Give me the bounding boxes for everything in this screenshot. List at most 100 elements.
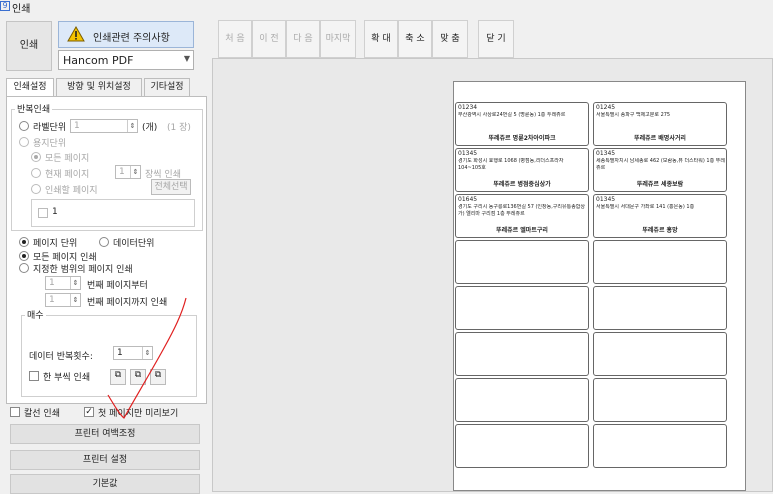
empty-label-cell xyxy=(455,378,589,422)
label-cell: 01345 서울특별시 서대문구 가좌로 141 (홍은동) 1층 뚜레쥬르 홍… xyxy=(593,194,727,238)
warning-icon xyxy=(67,26,85,42)
label-address: 세종특별자치시 남세종로 462 (보람동,뷰 더스타워) 1층 뚜레쥬르 xyxy=(596,158,725,171)
zoom-out-button[interactable]: 축 소 xyxy=(398,20,432,58)
empty-label-cell xyxy=(593,424,727,468)
spinner-arrows-icon[interactable]: ⇕ xyxy=(130,166,140,178)
page-list-checkbox[interactable] xyxy=(38,208,48,218)
data-unit-radio[interactable] xyxy=(99,237,109,247)
current-page-label: 현재 페이지 xyxy=(45,170,90,180)
label-code: 01345 xyxy=(458,150,478,157)
first-page-button[interactable]: 처 음 xyxy=(218,20,252,58)
prev-page-button[interactable]: 이 전 xyxy=(252,20,286,58)
label-unit-hint: (1 장) xyxy=(167,123,191,133)
label-cell: 01345 세종특별자치시 남세종로 462 (보람동,뷰 더스타워) 1층 뚜… xyxy=(593,148,727,192)
current-page-radio[interactable] xyxy=(31,168,41,178)
label-code: 01245 xyxy=(596,104,616,111)
pages-per-print-value: 1 xyxy=(119,167,125,177)
printer-settings-button[interactable]: 프린터 설정 xyxy=(10,450,200,470)
from-page-value: 1 xyxy=(49,278,55,288)
zoom-in-button[interactable]: 확 대 xyxy=(364,20,398,58)
label-store-name: 뚜레쥬르 세종보람 xyxy=(636,181,684,188)
label-cell: 01245 서울특별시 송파구 백제고분로 275 뚜레쥬르 배명사거리 xyxy=(593,102,727,146)
page-unit-label: 용지단위 xyxy=(33,139,67,149)
warning-label: 인쇄관련 주의사항 xyxy=(93,33,170,44)
label-unit-spinner[interactable]: 1 ⇕ xyxy=(70,119,138,133)
print-warning-button[interactable]: 인쇄관련 주의사항 xyxy=(58,21,194,48)
one-copy-label: 한 부씩 인쇄 xyxy=(43,373,91,383)
label-unit-suffix: (개) xyxy=(142,123,158,133)
page-unit-select-radio[interactable] xyxy=(19,237,29,247)
empty-label-cell xyxy=(455,286,589,330)
label-unit-value: 1 xyxy=(74,121,80,131)
print-dialog-icon: 9 xyxy=(0,1,10,11)
select-all-button[interactable]: 전체선택 xyxy=(151,179,191,195)
label-store-name: 뚜레쥬르 엘마트구리 xyxy=(496,227,548,234)
fit-button[interactable]: 맞 춤 xyxy=(432,20,468,58)
cutline-print-checkbox[interactable] xyxy=(10,407,20,417)
to-page-value: 1 xyxy=(49,295,55,305)
range-print-label: 지정한 범위의 페이지 인쇄 xyxy=(33,265,133,275)
empty-label-cell xyxy=(593,286,727,330)
empty-label-cell xyxy=(455,424,589,468)
default-button[interactable]: 기본값 xyxy=(10,474,200,494)
close-button[interactable]: 닫 기 xyxy=(478,20,514,58)
cutline-print-label: 칼선 인쇄 xyxy=(24,409,60,419)
print-page-radio[interactable] xyxy=(31,184,41,194)
one-copy-checkbox[interactable] xyxy=(29,371,39,381)
label-code: 01234 xyxy=(458,104,478,111)
print-page-label: 인쇄할 페이지 xyxy=(45,186,98,196)
label-code: 01345 xyxy=(596,150,616,157)
pages-per-print-spinner[interactable]: 1 ⇕ xyxy=(115,165,141,179)
all-pages-radio[interactable] xyxy=(31,152,41,162)
label-cell: 01345 경기도 화성시 효행로 1068 (병점동,리더스프라자 104~1… xyxy=(455,148,589,192)
label-store-name: 뚜레쥬르 배명사거리 xyxy=(634,135,686,142)
label-code: 01645 xyxy=(458,196,478,203)
empty-label-cell xyxy=(593,240,727,284)
data-unit-label: 데이터단위 xyxy=(113,239,155,249)
spinner-arrows-icon[interactable]: ⇕ xyxy=(70,294,80,306)
print-button[interactable]: 인쇄 xyxy=(6,21,52,71)
all-pages-label: 모든 페이지 xyxy=(45,154,90,164)
label-unit-radio[interactable] xyxy=(19,121,29,131)
label-code: 01345 xyxy=(596,196,616,203)
chevron-down-icon: ▼ xyxy=(183,54,190,63)
label-address: 경기도 화성시 효행로 1068 (병점동,리더스프라자 104~105호 xyxy=(458,158,564,171)
label-unit-label: 라벨단위 xyxy=(33,123,67,133)
preview-paper: 01234 부산광역시 사상로24번길 5 (명륜동) 1층 두레쥬르 뚜레쥬르… xyxy=(453,81,746,491)
label-address: 경기도 구리시 동구릉로136번길 57 (인창동,구리유통종합상가) 엘리마 … xyxy=(458,204,586,217)
empty-label-cell xyxy=(455,240,589,284)
spinner-arrows-icon[interactable]: ⇕ xyxy=(70,277,80,289)
label-cell: 01645 경기도 구리시 동구릉로136번길 57 (인창동,구리유통종합상가… xyxy=(455,194,589,238)
all-pages-print-radio[interactable] xyxy=(19,251,29,261)
last-page-button[interactable]: 마지막 xyxy=(320,20,356,58)
label-address: 부산광역시 사상로24번길 5 (명륜동) 1층 두레쥬르 xyxy=(458,112,566,118)
first-page-preview-checkbox[interactable]: ✓ xyxy=(84,407,94,417)
spinner-arrows-icon[interactable]: ⇕ xyxy=(127,120,137,132)
data-repeat-label: 데이터 반복횟수: xyxy=(29,352,93,362)
empty-label-cell xyxy=(593,378,727,422)
printer-select[interactable]: Hancom PDF ▼ xyxy=(58,50,194,70)
tab-orientation-position[interactable]: 방향 및 위치설정 xyxy=(56,78,142,96)
label-store-name: 뚜레쥬르 명륜2차아이파크 xyxy=(488,135,556,142)
window-title-bar: 9 인쇄 xyxy=(0,0,773,15)
to-page-spinner[interactable]: 1 ⇕ xyxy=(45,293,81,307)
label-store-name: 뚜레쥬르 홍망 xyxy=(642,227,678,234)
window-title: 인쇄 xyxy=(12,4,31,15)
label-store-name: 뚜레쥬르 병점중심상가 xyxy=(493,181,551,188)
page-list-item: 1 xyxy=(52,207,58,217)
red-annotation-mark xyxy=(107,297,187,419)
page-unit-radio[interactable] xyxy=(19,137,29,147)
label-address: 서울특별시 서대문구 가좌로 141 (홍은동) 1층 xyxy=(596,204,695,210)
from-page-spinner[interactable]: 1 ⇕ xyxy=(45,276,81,290)
tab-print-settings[interactable]: 인쇄설정 xyxy=(6,78,54,97)
range-print-radio[interactable] xyxy=(19,263,29,273)
empty-label-cell xyxy=(455,332,589,376)
repeat-print-title: 반복인쇄 xyxy=(15,102,53,115)
tab-other-settings[interactable]: 기타설정 xyxy=(144,78,190,96)
print-preview-area: 01234 부산광역시 사상로24번길 5 (명륜동) 1층 두레쥬르 뚜레쥬르… xyxy=(212,58,773,492)
next-page-button[interactable]: 다 음 xyxy=(286,20,320,58)
label-cell: 01234 부산광역시 사상로24번길 5 (명륜동) 1층 두레쥬르 뚜레쥬르… xyxy=(455,102,589,146)
empty-label-cell xyxy=(593,332,727,376)
page-unit-select-label: 페이지 단위 xyxy=(33,239,78,249)
label-address: 서울특별시 송파구 백제고분로 275 xyxy=(596,112,671,118)
